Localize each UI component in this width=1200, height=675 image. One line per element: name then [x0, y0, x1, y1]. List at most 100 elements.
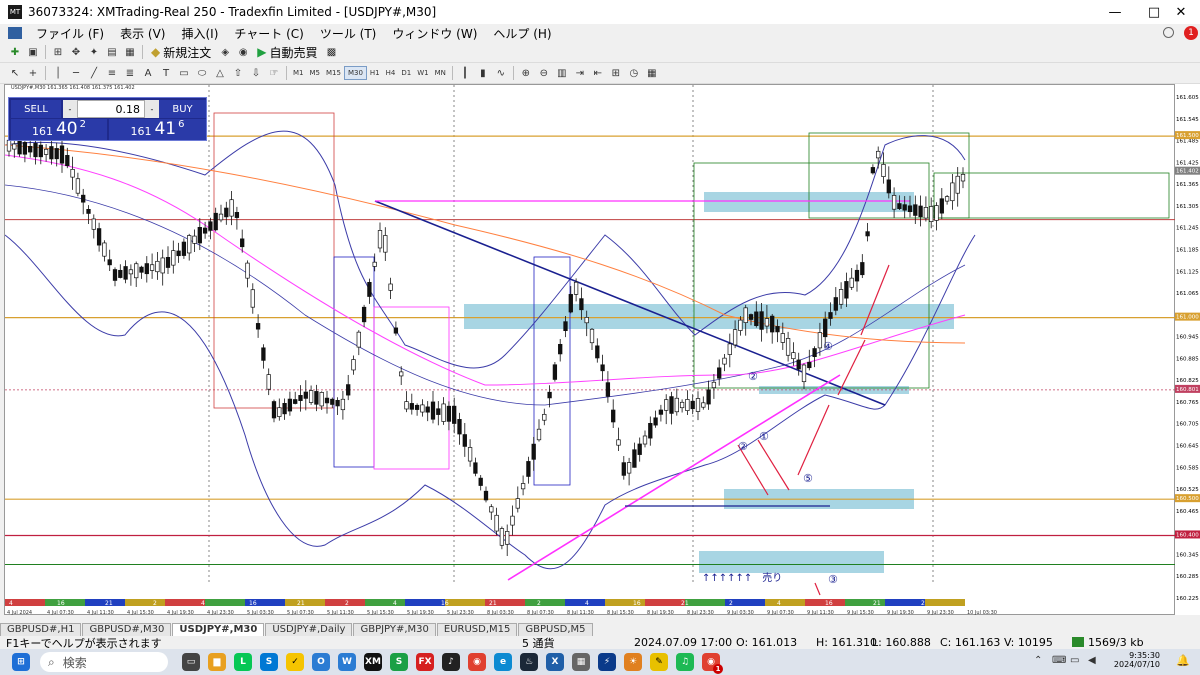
windows-start-icon[interactable]: ⊞ — [12, 653, 30, 671]
menu-tools[interactable]: ツール (T) — [312, 25, 385, 42]
signals-icon[interactable]: ◉ — [236, 44, 250, 60]
candlestick-icon[interactable]: ▮ — [476, 65, 490, 81]
rectangle-icon[interactable]: ▭ — [177, 65, 191, 81]
zoom-in-icon[interactable]: ⊕ — [519, 65, 533, 81]
buy-button[interactable]: BUY — [159, 100, 206, 118]
norton-icon[interactable]: ✓ — [286, 653, 304, 671]
autoscroll-icon[interactable]: ⇥ — [573, 65, 587, 81]
price-chart[interactable]: ①②②③④⑤↑↑↑↑↑↑ 売り4 16 21 2 4 16 21 2 4 16 21 2 4 16 21 2 4… — [5, 85, 1176, 616]
strategy-tester-icon[interactable]: ▦ — [123, 44, 137, 60]
chart-area[interactable]: ① ② ② ③ ④ ⑤ ↑↑↑↑↑↑ 売り 4 16 21 2 4 16 21 2 4 16 21 2 4 16 21 2 4… — [4, 84, 1176, 616]
search-icon[interactable] — [1163, 27, 1174, 38]
task-view-icon[interactable]: ▭ — [182, 653, 200, 671]
notes-icon[interactable]: ✎ — [650, 653, 668, 671]
bar-chart-icon[interactable]: ┃ — [458, 65, 472, 81]
chrome-icon[interactable]: ◉ — [468, 653, 486, 671]
xm-app-icon[interactable]: XM — [364, 653, 382, 671]
zoom-out-icon[interactable]: ⊖ — [537, 65, 551, 81]
cursor-icon[interactable]: ↖ — [8, 65, 22, 81]
auto-trading-button[interactable]: ▶ 自動売買 — [254, 44, 320, 60]
timeframe-m5[interactable]: M5 — [307, 66, 324, 80]
options-icon[interactable]: ▩ — [325, 44, 339, 60]
volume-icon[interactable]: ◀ — [1088, 655, 1096, 666]
timeframe-m1[interactable]: M1 — [290, 66, 307, 80]
timeframe-m15[interactable]: M15 — [323, 66, 344, 80]
metaeditor-icon[interactable]: ◈ — [218, 44, 232, 60]
menu-file[interactable]: ファイル (F) — [28, 25, 112, 42]
fx-app-icon[interactable]: FX — [416, 653, 434, 671]
ellipse-icon[interactable]: ⬭ — [195, 65, 209, 81]
navigator-icon[interactable]: ✦ — [87, 44, 101, 60]
tab-gbpjpy-m30[interactable]: GBPJPY#,M30 — [353, 623, 436, 636]
text-icon[interactable]: A — [141, 65, 155, 81]
horizontal-line-icon[interactable]: ─ — [69, 65, 83, 81]
tray-chevron-icon[interactable]: ⌃ — [1034, 655, 1042, 666]
arrow-up-icon[interactable]: ⇧ — [231, 65, 245, 81]
price-axis[interactable]: 161.605 161.545 161.485 161.425 161.365 161.3… — [1175, 84, 1200, 615]
label-icon[interactable]: T — [159, 65, 173, 81]
close-button[interactable]: ✕ — [1158, 0, 1200, 24]
edge-icon[interactable]: e — [494, 653, 512, 671]
new-order-button[interactable]: ◆ 新規注文 — [148, 44, 214, 60]
word-icon[interactable]: W — [338, 653, 356, 671]
sun-app-icon[interactable]: ☀ — [624, 653, 642, 671]
templates-icon[interactable]: ▦ — [645, 65, 659, 81]
channel-icon[interactable]: ≡ — [105, 65, 119, 81]
clock[interactable]: 9:35:30 2024/07/10 — [1108, 651, 1160, 669]
app-grid-icon[interactable]: ▦ — [572, 653, 590, 671]
periods-icon[interactable]: ◷ — [627, 65, 641, 81]
flash-app-icon[interactable]: ⚡ — [598, 653, 616, 671]
menu-help[interactable]: ヘルプ (H) — [485, 25, 559, 42]
timeframe-h4[interactable]: H4 — [383, 66, 399, 80]
tile-icon[interactable]: ▥ — [555, 65, 569, 81]
steam-icon[interactable]: ♨ — [520, 653, 538, 671]
trendline-icon[interactable]: ╱ — [87, 65, 101, 81]
tab-usdjpy-m30[interactable]: USDJPY#,M30 — [172, 623, 265, 636]
sell-button[interactable]: SELL — [11, 100, 61, 118]
fibonacci-icon[interactable]: ≣ — [123, 65, 137, 81]
tiktok-icon[interactable]: ♪ — [442, 653, 460, 671]
xbox-icon[interactable]: X — [546, 653, 564, 671]
chart-shift-icon[interactable]: ⇤ — [591, 65, 605, 81]
data-window-icon[interactable]: ✥ — [69, 44, 83, 60]
volume-increase-button[interactable]: - — [145, 100, 159, 118]
timeframe-d1[interactable]: D1 — [398, 66, 414, 80]
taskbar-search[interactable]: ⌕ 検索 — [40, 652, 168, 672]
network-icon[interactable]: ▭ — [1070, 655, 1079, 666]
terminal-icon[interactable]: ▤ — [105, 44, 119, 60]
vertical-line-icon[interactable]: │ — [51, 65, 65, 81]
spotify-icon[interactable]: ♫ — [676, 653, 694, 671]
skype-icon[interactable]: S — [260, 653, 278, 671]
menu-chart[interactable]: チャート (C) — [226, 25, 311, 42]
line-app-icon[interactable]: L — [234, 653, 252, 671]
document-icon[interactable] — [8, 27, 22, 39]
profiles-icon[interactable]: ▣ — [26, 44, 40, 60]
sell-price[interactable]: 161 40 2 — [11, 119, 107, 140]
volume-input[interactable] — [77, 100, 145, 118]
market-watch-icon[interactable]: ⊞ — [51, 44, 65, 60]
crosshair-icon[interactable]: + — [26, 65, 40, 81]
timeframe-m30[interactable]: M30 — [343, 66, 367, 80]
buy-price[interactable]: 161 41 6 — [109, 119, 206, 140]
timeframe-mn[interactable]: MN — [432, 66, 449, 80]
outlook-icon[interactable]: O — [312, 653, 330, 671]
file-explorer-icon[interactable]: ▆ — [208, 653, 226, 671]
menu-window[interactable]: ウィンドウ (W) — [384, 25, 485, 42]
tab-eurusd-m15[interactable]: EURUSD,M15 — [436, 623, 518, 636]
timeframe-w1[interactable]: W1 — [414, 66, 431, 80]
timeframe-h1[interactable]: H1 — [367, 66, 383, 80]
arrow-down-icon[interactable]: ⇩ — [249, 65, 263, 81]
new-chart-icon[interactable]: ✚ — [8, 44, 22, 60]
menu-insert[interactable]: 挿入(I) — [173, 25, 226, 42]
triangle-icon[interactable]: △ — [213, 65, 227, 81]
tab-usdjpy-daily[interactable]: USDJPY#,Daily — [265, 623, 353, 636]
volume-decrease-button[interactable]: - — [63, 100, 77, 118]
sheets-icon[interactable]: S — [390, 653, 408, 671]
menu-view[interactable]: 表示 (V) — [112, 25, 173, 42]
indicators-icon[interactable]: ⊞ — [609, 65, 623, 81]
keyboard-icon[interactable]: ⌨ — [1052, 655, 1066, 666]
chrome-profile-icon[interactable]: ◉ 1 — [702, 653, 723, 674]
line-chart-icon[interactable]: ∿ — [494, 65, 508, 81]
notification-badge[interactable]: 1 — [1184, 26, 1198, 40]
notification-bell-icon[interactable]: 🔔 — [1176, 654, 1190, 667]
